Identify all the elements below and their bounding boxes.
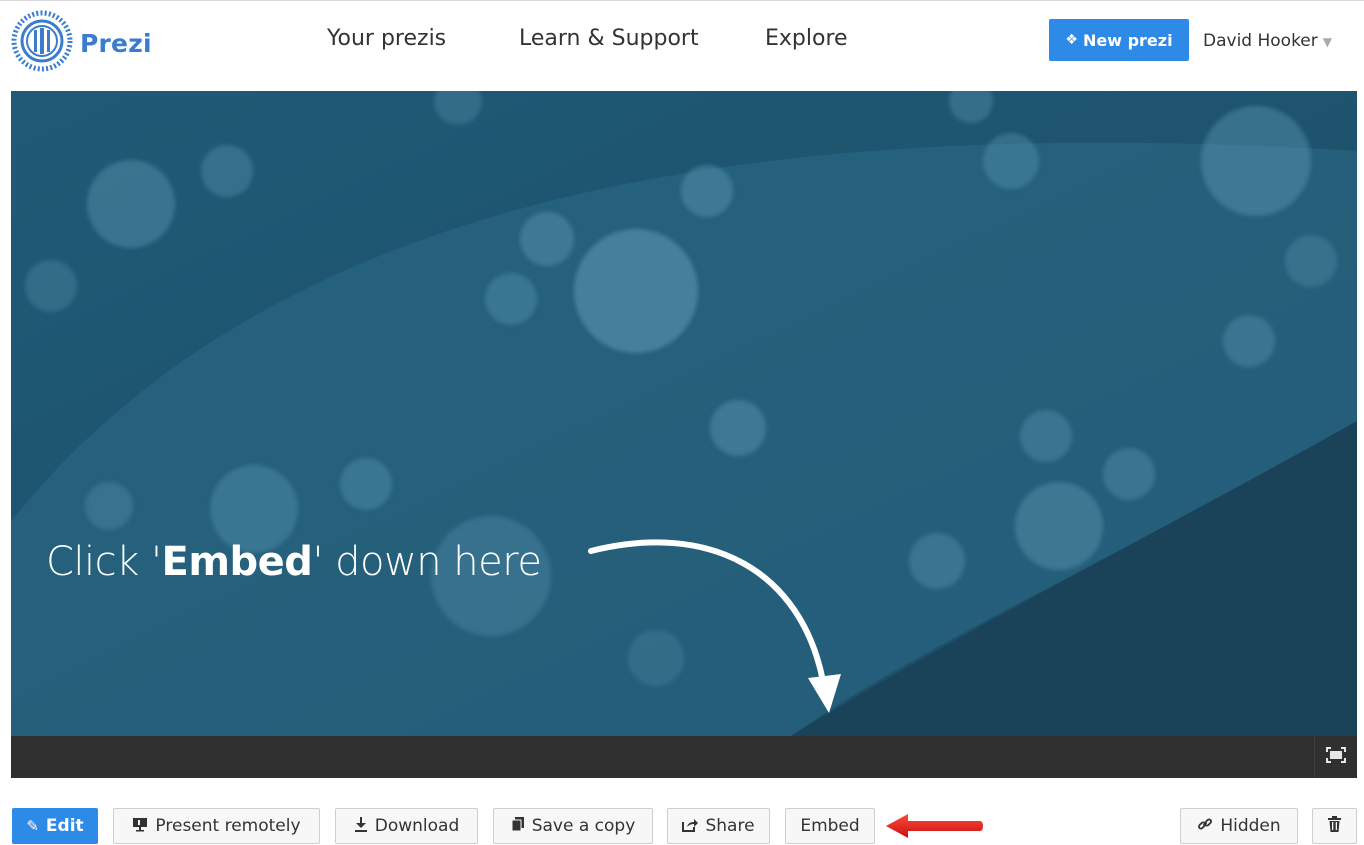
present-remotely-label: Present remotely [155, 816, 301, 836]
new-prezi-icon: ❖ [1065, 32, 1078, 48]
user-menu[interactable]: David Hooker ▼ [1203, 31, 1332, 51]
player-control-bar [11, 736, 1357, 778]
share-button[interactable]: Share [667, 808, 770, 844]
embed-label: Embed [800, 816, 860, 836]
top-border [0, 0, 1364, 1]
download-button[interactable]: Download [335, 808, 478, 844]
link-icon [1197, 816, 1213, 836]
edit-label: Edit [45, 816, 84, 836]
fullscreen-icon [1326, 747, 1346, 767]
save-copy-button[interactable]: Save a copy [493, 808, 653, 844]
share-label: Share [705, 816, 755, 836]
share-icon [682, 817, 699, 836]
save-copy-label: Save a copy [531, 816, 636, 836]
nav-your-prezis[interactable]: Your prezis [327, 26, 446, 51]
new-prezi-button[interactable]: ❖ New prezi [1049, 19, 1189, 61]
presentation-stage[interactable]: Click 'Embed' down here [11, 91, 1357, 736]
user-name: David Hooker [1203, 31, 1318, 51]
trash-icon [1328, 815, 1341, 837]
chevron-down-icon: ▼ [1322, 35, 1332, 49]
nav-learn-support[interactable]: Learn & Support [519, 26, 699, 51]
prezi-logo-icon [11, 10, 73, 76]
new-prezi-label: New prezi [1082, 30, 1173, 50]
stage-background [11, 91, 1357, 736]
edit-button[interactable]: ✎ Edit [12, 808, 98, 844]
prezi-logo[interactable]: Prezi [11, 10, 152, 76]
hidden-label: Hidden [1220, 816, 1281, 836]
delete-button[interactable] [1312, 808, 1357, 844]
download-icon [354, 816, 368, 836]
embed-button[interactable]: Embed [785, 808, 875, 844]
fullscreen-button[interactable] [1314, 736, 1357, 778]
present-remotely-button[interactable]: Present remotely [113, 808, 320, 844]
copy-icon [511, 816, 525, 836]
download-label: Download [374, 816, 460, 836]
present-icon [132, 816, 148, 836]
stage-caption: Click 'Embed' down here [46, 539, 542, 585]
pencil-icon: ✎ [26, 817, 39, 835]
nav-explore[interactable]: Explore [765, 26, 848, 51]
logo-text: Prezi [80, 28, 152, 58]
red-arrow-icon [882, 811, 986, 845]
hidden-button[interactable]: Hidden [1180, 808, 1298, 844]
